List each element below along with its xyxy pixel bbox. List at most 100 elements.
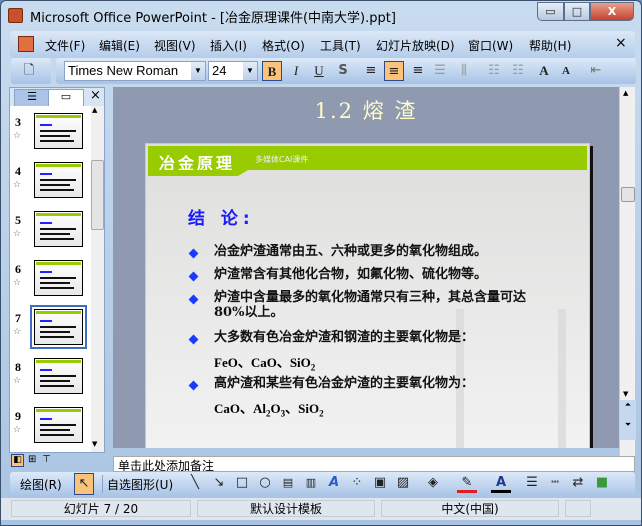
slide-canvas[interactable]: 冶金原理 多媒体CAI课件 结 论: 冶金炉渣通常由五、六种或更多的氧化物组成。… [145, 143, 590, 448]
textbox-icon[interactable]: ▤ [278, 473, 298, 493]
diagram-icon[interactable]: ⁘ [347, 473, 367, 493]
line-color-icon[interactable]: ✎ [457, 473, 477, 493]
title-bar: Microsoft Office PowerPoint - [冶金原理课件(中南… [1, 1, 641, 30]
line-icon[interactable]: ╲ [185, 473, 205, 493]
font-name-value: Times New Roman [68, 63, 179, 78]
slide-thumbnail-5[interactable]: 5 ☆ [10, 211, 90, 257]
drawing-toolbar: 绘图(R) ↖ 自选图形(U) ╲ ↘ □ ○ ▤ ▥ A ⁘ ▣ ▨ ◈ ✎ … [10, 472, 635, 497]
menu-close-icon[interactable]: × [615, 35, 627, 51]
slide-thumbnail-6[interactable]: 6 ☆ [10, 260, 90, 306]
bullets-icon[interactable]: ☷ [508, 61, 528, 81]
slide-number: 8 [15, 360, 21, 374]
draw-menu-button[interactable]: 绘图(R) [20, 476, 62, 493]
menu-format[interactable]: 格式(O) [262, 37, 305, 54]
autoshapes-button[interactable]: 自选图形(U) [107, 476, 173, 493]
slide-thumbnail-9[interactable]: 9 ☆ [10, 407, 90, 453]
section-title[interactable]: 1.2 熔 渣 [113, 95, 619, 125]
arrow-icon[interactable]: ↘ [209, 473, 229, 493]
divider [102, 475, 103, 493]
new-document-icon[interactable]: 🗋 [19, 61, 39, 81]
thumbnail-scrollbar[interactable]: ▲ ▼ [91, 106, 104, 452]
column-icon[interactable]: ⫼ [454, 61, 474, 81]
view-buttons: ◧ ⊞ ⊤ [9, 454, 105, 470]
formula-line: FeO、CaO、SiO2 [214, 352, 315, 373]
decrease-indent-icon[interactable]: ⇤ [586, 61, 606, 81]
thumbnail-image[interactable] [34, 407, 83, 443]
decrease-font-button[interactable]: A [556, 61, 576, 81]
normal-view-icon[interactable]: ◧ [11, 454, 24, 467]
thumbnail-image[interactable] [34, 358, 83, 394]
menu-window[interactable]: 窗口(W) [468, 37, 513, 54]
scroll-down-icon[interactable]: ▼ [92, 440, 97, 448]
wordart-icon[interactable]: A [324, 473, 344, 493]
next-slide-icon[interactable]: ⏷ [620, 420, 636, 440]
clipart-icon[interactable]: ▣ [370, 473, 390, 493]
scroll-thumb[interactable] [621, 187, 635, 202]
rectangle-icon[interactable]: □ [232, 473, 252, 493]
menu-edit[interactable]: 编辑(E) [99, 37, 140, 54]
language-status: 中文(中国) [381, 500, 559, 517]
slide-number: 5 [15, 213, 21, 227]
align-left-icon[interactable]: ≡ [361, 61, 381, 81]
scroll-up-icon[interactable]: ▲ [92, 106, 97, 114]
formula-subscript: 2 [310, 362, 316, 373]
notes-pane[interactable]: 单击此处添加备注 [113, 456, 635, 472]
menu-view[interactable]: 视图(V) [154, 37, 196, 54]
bullet-diamond-icon [188, 334, 199, 345]
menu-insert[interactable]: 插入(I) [210, 37, 247, 54]
slide-number: 6 [15, 262, 21, 276]
numbering-icon[interactable]: ☷ [484, 61, 504, 81]
tab-outline[interactable]: ☰ [14, 89, 50, 106]
previous-slide-icon[interactable]: ⏶ [620, 400, 636, 420]
align-center-icon[interactable]: ≡ [384, 61, 404, 81]
animation-star-icon: ☆ [13, 376, 22, 386]
shadow-button[interactable]: S [333, 61, 353, 81]
slide-thumbnail-3[interactable]: 3 ☆ [10, 113, 90, 159]
slide-scrollbar[interactable]: ▲ ▼ ⏶ ⏷ [619, 87, 636, 456]
thumbnail-image[interactable] [30, 305, 87, 349]
increase-font-button[interactable]: A [534, 61, 554, 81]
chevron-down-icon[interactable]: ▼ [243, 62, 257, 80]
distribute-icon[interactable]: ☰ [430, 61, 450, 81]
italic-button[interactable]: I [286, 61, 306, 81]
arrow-style-icon[interactable]: ⇄ [568, 473, 588, 493]
font-name-select[interactable]: Times New Roman ▼ [64, 61, 206, 81]
tab-slides[interactable]: ▭ [48, 89, 84, 106]
picture-icon[interactable]: ▨ [393, 473, 413, 493]
design-template: 默认设计模板 [197, 500, 375, 517]
slide-thumbnail-7[interactable]: 7 ☆ [10, 305, 90, 355]
menu-file[interactable]: 文件(F) [45, 37, 85, 54]
align-right-icon[interactable]: ≡ [408, 61, 428, 81]
vertical-textbox-icon[interactable]: ▥ [301, 473, 321, 493]
oval-icon[interactable]: ○ [255, 473, 275, 493]
chevron-down-icon[interactable]: ▼ [191, 62, 205, 80]
thumbnail-image[interactable] [34, 260, 83, 296]
powerpoint-icon [8, 8, 23, 23]
font-color-icon[interactable]: A [491, 473, 511, 493]
panel-close-icon[interactable]: × [90, 88, 101, 103]
underline-button[interactable]: U [309, 61, 329, 81]
select-pointer-icon[interactable]: ↖ [74, 473, 94, 495]
sorter-view-icon[interactable]: ⊞ [28, 454, 36, 465]
menu-tools[interactable]: 工具(T) [320, 37, 361, 54]
fill-color-icon[interactable]: ◈ [423, 473, 443, 493]
scroll-thumb[interactable] [91, 160, 104, 230]
thumbnail-image[interactable] [34, 113, 83, 149]
menu-slideshow[interactable]: 幻灯片放映(D) [376, 37, 455, 54]
thumbnail-image[interactable] [34, 211, 83, 247]
minimize-button[interactable]: ▭ [537, 2, 564, 21]
dash-style-icon[interactable]: ┅ [545, 473, 565, 493]
shadow-style-icon[interactable]: ■ [592, 473, 612, 493]
slide-thumbnail-4[interactable]: 4 ☆ [10, 162, 90, 208]
maximize-button[interactable]: □ [564, 2, 590, 21]
menu-help[interactable]: 帮助(H) [529, 37, 571, 54]
scroll-down-icon[interactable]: ▼ [623, 390, 628, 398]
slide-thumbnail-8[interactable]: 8 ☆ [10, 358, 90, 404]
bold-button[interactable]: B [262, 61, 282, 81]
scroll-up-icon[interactable]: ▲ [623, 89, 628, 97]
font-size-select[interactable]: 24 ▼ [208, 61, 258, 81]
line-style-icon[interactable]: ☰ [522, 473, 542, 493]
close-button[interactable]: X [590, 2, 634, 21]
slideshow-view-icon[interactable]: ⊤ [42, 454, 51, 465]
thumbnail-image[interactable] [34, 162, 83, 198]
